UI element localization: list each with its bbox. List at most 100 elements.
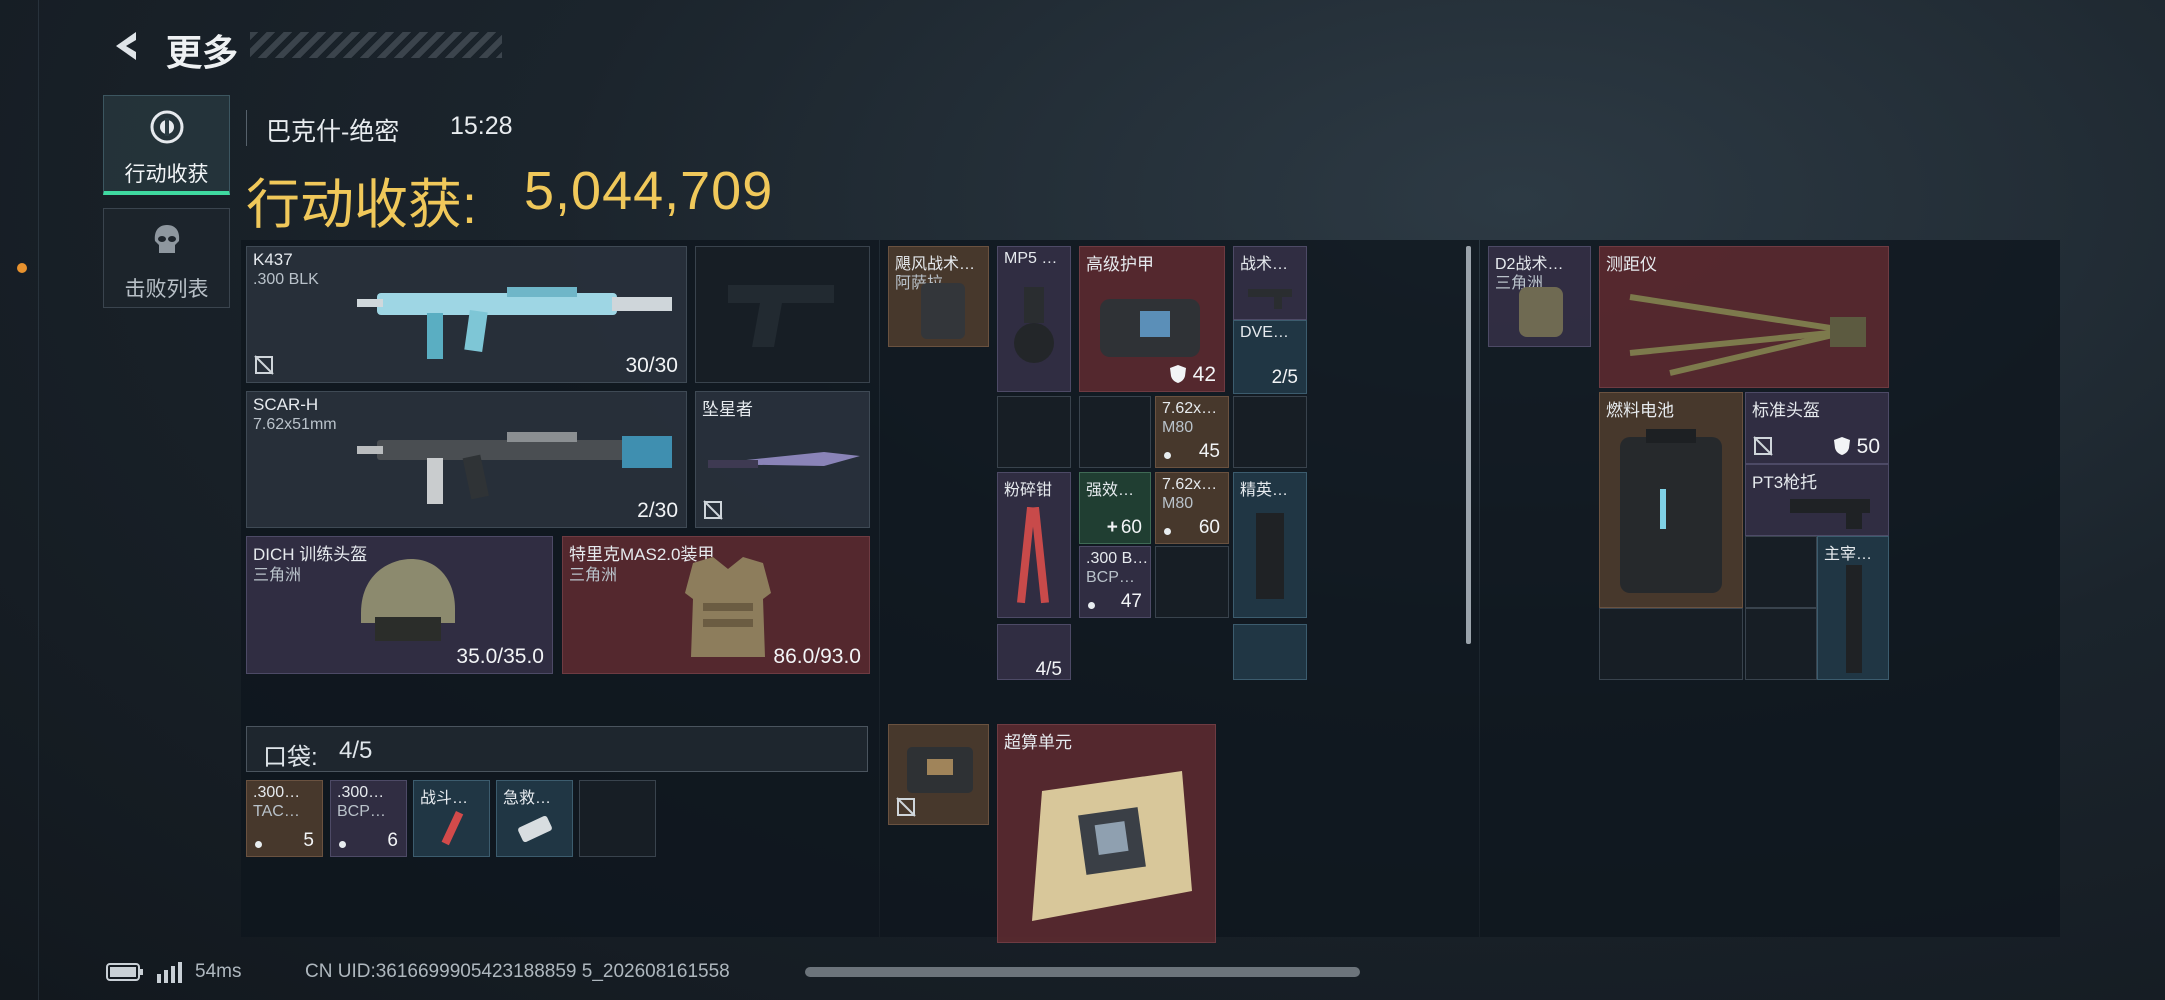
item-durability: 42 [1169, 363, 1216, 387]
pockets-label: 口袋: [263, 744, 318, 771]
right-slot-empty[interactable] [1599, 608, 1743, 680]
shield-icon [1169, 365, 1186, 383]
backpack-item-mp5[interactable]: MP5 … [997, 246, 1071, 392]
drum-mag-icon [1014, 287, 1054, 363]
tab-kill-list-label: 击败列表 [124, 278, 209, 301]
helmet-brand: 三角洲 [253, 567, 302, 584]
backpack-slot-empty[interactable] [1155, 546, 1229, 618]
medkit-icon [518, 815, 552, 843]
secondary-weapon-name: SCAR-H [253, 395, 319, 414]
item-label: 测距仪 [1606, 255, 1657, 274]
tab-kill-list[interactable]: 击败列表 [103, 208, 230, 308]
item-label: 粉碎钳 [1004, 482, 1053, 499]
harvest-value: 5,044,709 [524, 161, 774, 221]
backpack-slot-empty[interactable] [997, 396, 1071, 468]
secondary-weapon-slot[interactable]: SCAR-H 7.62x51mm 2/30 [246, 391, 687, 528]
item-label: 精英… [1240, 482, 1289, 499]
item-label: MP5 … [1004, 250, 1058, 267]
item-count: 2/5 [1271, 367, 1298, 388]
item-label: PT3枪托 [1752, 473, 1818, 492]
back-arrow-icon [116, 32, 136, 60]
item-durability: 50 [1833, 435, 1880, 459]
item-label: 高级护甲 [1086, 255, 1154, 274]
backpack-item-tactical[interactable]: 战术… [1233, 246, 1307, 320]
pockets-count: 4/5 [339, 737, 373, 764]
back-button[interactable]: 更多 [102, 22, 262, 73]
armor-bag-icon [1100, 299, 1200, 357]
stock-icon [1790, 499, 1870, 529]
backpack-slot-d2[interactable]: D2战术… 三角洲 [1488, 246, 1591, 347]
armor-durability: 86.0/93.0 [773, 645, 861, 668]
item-label: DVE… [1240, 324, 1289, 341]
backpack-scrollbar[interactable] [1466, 246, 1471, 644]
no-insurance-icon [703, 500, 723, 520]
harvest-label: 行动收获: [246, 175, 478, 235]
dot-icon [1088, 602, 1095, 609]
page-title: 更多 [166, 32, 239, 73]
right-item-helmet[interactable]: 标准头盔 50 [1745, 392, 1889, 464]
right-item-fuel-cell[interactable]: 燃料电池 [1599, 392, 1743, 608]
skull-icon [154, 225, 180, 253]
item-count: 42 [1192, 363, 1216, 386]
item-sublabel: M80 [1162, 419, 1194, 436]
rifle-icon [357, 432, 672, 504]
no-insurance-icon [1753, 436, 1773, 456]
match-time: 15:28 [450, 112, 513, 140]
shield-icon [1833, 437, 1850, 455]
pocket-slot[interactable]: .300… TAC… 5 [246, 780, 323, 857]
pocket-item-count: 6 [387, 830, 398, 851]
backpack-item-ammo-762[interactable]: 7.62x… M80 45 [1155, 396, 1229, 468]
item-label: 主宰… [1824, 546, 1873, 563]
item-count: 45 [1198, 441, 1220, 462]
pocket-slot[interactable]: 急救… [496, 780, 573, 857]
pocket-slot-empty[interactable] [579, 780, 656, 857]
backpack-item-stim[interactable]: 强效… +60 [1079, 472, 1151, 544]
safe-box-slot[interactable] [888, 724, 989, 825]
info-divider [246, 110, 247, 146]
item-count: 47 [1120, 591, 1142, 612]
armor-slot[interactable]: 特里克MAS2.0装甲 三角洲 86.0/93.0 [562, 536, 870, 674]
backpack-item-dve[interactable]: DVE… 2/5 [1233, 320, 1307, 394]
pocket-slot[interactable]: 战斗… [413, 780, 490, 857]
pocket-item-sublabel: BCP… [337, 803, 386, 820]
item-count-value: 60 [1120, 517, 1142, 538]
secondary-weapon-ammo-count: 2/30 [637, 499, 678, 522]
pistol-silhouette-icon [728, 285, 834, 347]
backpack-slot-empty[interactable] [1079, 396, 1151, 468]
horizontal-scrollbar[interactable] [805, 967, 1360, 977]
tab-harvest[interactable]: 行动收获 [103, 95, 230, 195]
backpack-item-cutter[interactable]: 粉碎钳 [997, 472, 1071, 618]
backpack-item-armor[interactable]: 高级护甲 42 [1079, 246, 1225, 392]
chest-rig-slot[interactable]: 飓风战术… 阿萨拉 [888, 246, 989, 347]
cpu-board-icon [1032, 771, 1192, 921]
chest-rig-icon [921, 283, 965, 339]
frame-dot [17, 263, 27, 273]
right-item-stock[interactable]: PT3枪托 [1745, 464, 1889, 536]
backpack-item-partial[interactable] [1233, 624, 1307, 680]
battery-icon [1620, 429, 1722, 593]
right-slot-empty[interactable] [1745, 536, 1817, 608]
helmet-slot[interactable]: DICH 训练头盔 三角洲 35.0/35.0 [246, 536, 553, 674]
right-item-dominator[interactable]: 主宰… [1817, 536, 1889, 680]
backpack-slot-empty[interactable] [1233, 396, 1307, 468]
pocket-slot[interactable]: .300… BCP… 6 [330, 780, 407, 857]
item-label: 7.62x… [1162, 476, 1218, 493]
pistol-slot[interactable] [695, 246, 870, 383]
item-count: 50 [1856, 435, 1880, 458]
right-slot-empty[interactable] [1745, 608, 1817, 680]
backpack-item-elite[interactable]: 精英… [1233, 472, 1307, 618]
helmet-durability: 35.0/35.0 [456, 645, 544, 668]
backpack-item-ammo-762[interactable]: 7.62x… M80 60 [1155, 472, 1229, 544]
dot-icon [255, 841, 262, 848]
backpack-icon [1519, 287, 1563, 337]
helmet-icon [361, 559, 455, 641]
primary-weapon-slot[interactable]: K437 .300 BLK 30/30 [246, 246, 687, 383]
secondary-weapon-ammo: 7.62x51mm [253, 416, 337, 433]
melee-slot[interactable]: 坠星者 [695, 391, 870, 528]
backpack-item-ammo-300[interactable]: .300 B… BCP… 47 [1079, 546, 1151, 618]
pocket-item-sublabel: TAC… [253, 803, 300, 820]
item-label: 强效… [1086, 482, 1135, 499]
right-item-rangefinder[interactable]: 测距仪 [1599, 246, 1889, 388]
safe-box-item[interactable]: 超算单元 [997, 724, 1216, 943]
backpack-item-grenade[interactable]: 4/5 [997, 624, 1071, 680]
